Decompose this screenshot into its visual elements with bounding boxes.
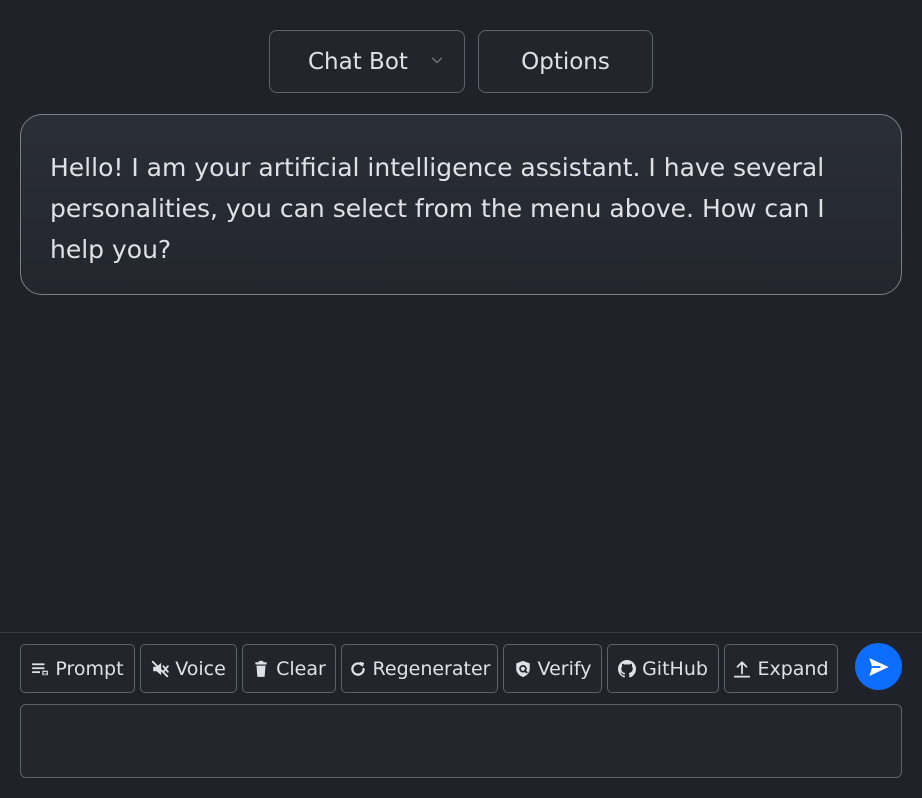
voice-button[interactable]: Voice [140, 644, 237, 693]
voice-label: Voice [175, 657, 226, 680]
personality-select[interactable]: Chat Bot [269, 30, 465, 93]
chat-app: Chat Bot Options Hello! I am your artifi… [0, 0, 922, 798]
prompt-label: Prompt [55, 657, 124, 680]
github-button[interactable]: GitHub [607, 644, 719, 693]
shield-check-icon [515, 660, 530, 677]
github-icon [618, 659, 637, 678]
message-input[interactable] [20, 704, 902, 778]
github-label: GitHub [642, 657, 708, 680]
prompt-button[interactable]: Prompt [20, 644, 135, 693]
refresh-icon [350, 661, 365, 676]
verify-label: Verify [537, 657, 592, 680]
clear-label: Clear [276, 657, 326, 680]
regenerate-label: Regenerater [372, 657, 491, 680]
upload-expand-icon [734, 660, 751, 678]
prompt-list-icon [32, 662, 49, 675]
trash-icon [255, 660, 267, 677]
expand-button[interactable]: Expand [724, 644, 838, 693]
expand-label: Expand [757, 657, 829, 680]
verify-button[interactable]: Verify [503, 644, 602, 693]
send-icon [868, 657, 889, 676]
top-bar: Chat Bot Options [0, 30, 922, 93]
chevron-down-icon [431, 57, 443, 64]
clear-button[interactable]: Clear [242, 644, 336, 693]
options-label: Options [521, 48, 610, 75]
assistant-message: Hello! I am your artificial intelligence… [20, 114, 902, 295]
send-button[interactable] [855, 643, 902, 690]
options-button[interactable]: Options [478, 30, 653, 93]
volume-mute-icon [152, 660, 169, 677]
personality-select-value: Chat Bot [308, 48, 408, 75]
regenerate-button[interactable]: Regenerater [341, 644, 498, 693]
composer-area: Prompt Voice Clear Regenerater Verify Gi… [0, 632, 922, 798]
assistant-message-text: Hello! I am your artificial intelligence… [50, 153, 825, 264]
